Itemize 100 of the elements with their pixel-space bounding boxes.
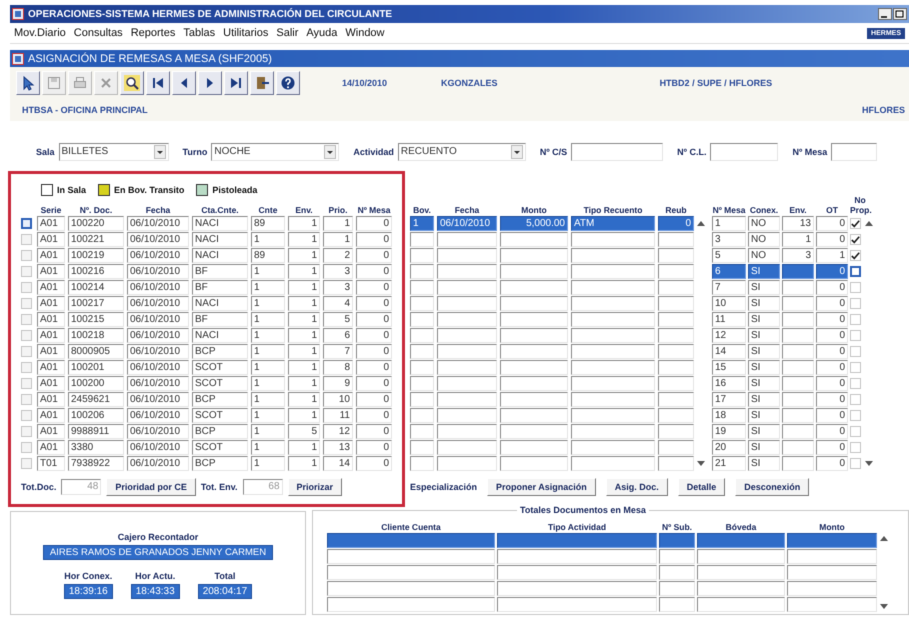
toolbar-button[interactable] [146,71,170,95]
input-field[interactable]: 0 [816,456,848,471]
input-field[interactable] [500,440,568,455]
input-field[interactable] [787,565,877,580]
input-field[interactable]: 0 [356,280,392,295]
input-field[interactable]: 0 [356,248,392,263]
maximize-icon[interactable] [893,8,907,20]
input-field[interactable]: 06/10/2010 [127,296,189,311]
input-field[interactable] [571,456,655,471]
input-field[interactable]: 100214 [68,280,124,295]
input-field[interactable] [658,232,694,247]
row-checkbox[interactable] [21,266,32,277]
input-field[interactable]: 1 [782,232,814,247]
input-field[interactable] [571,280,655,295]
input-field[interactable]: SI [748,424,780,439]
input-field[interactable]: 1 [288,296,320,311]
input-field[interactable] [437,424,497,439]
input-field[interactable] [571,312,655,327]
toolbar-button[interactable] [172,71,196,95]
input-field[interactable]: 100201 [68,360,124,375]
input-field[interactable]: BF [192,264,248,279]
input-field[interactable] [410,248,434,263]
input-field[interactable]: 15 [712,360,746,375]
input-field[interactable]: 0 [816,440,848,455]
input-field[interactable]: 0 [816,392,848,407]
input-field[interactable]: A01 [37,344,65,359]
input-field[interactable]: 100221 [68,232,124,247]
input-field[interactable] [658,280,694,295]
input-field[interactable]: BCP [192,456,248,471]
input-field[interactable]: 0 [356,232,392,247]
input-field[interactable] [437,328,497,343]
input-field[interactable]: SI [748,312,780,327]
input-field[interactable] [497,549,657,564]
push-button[interactable]: Priorizar [288,478,342,496]
input-field[interactable]: 0 [356,456,392,471]
input-field[interactable] [437,392,497,407]
dropdown-field[interactable]: NOCHE [211,143,340,161]
input-field[interactable]: A01 [37,360,65,375]
input-field[interactable]: 1 [251,408,285,423]
input-field[interactable] [658,248,694,263]
input-field[interactable]: 06/10/2010 [127,424,189,439]
input-field[interactable]: NACI [192,216,248,231]
menu-item[interactable]: Salir [276,27,298,39]
input-field[interactable]: 06/10/2010 [127,312,189,327]
input-field[interactable]: 0 [816,280,848,295]
input-field[interactable] [500,232,568,247]
input-field[interactable]: 100206 [68,408,124,423]
input-field[interactable]: 89 [251,216,285,231]
input-field[interactable] [500,280,568,295]
input-field[interactable] [410,232,434,247]
input-field[interactable] [410,424,434,439]
input-field[interactable] [500,328,568,343]
input-field[interactable] [697,581,785,596]
input-field[interactable] [782,456,814,471]
input-field[interactable] [410,456,434,471]
input-field[interactable] [500,456,568,471]
input-field[interactable]: 1 [288,456,320,471]
input-field[interactable]: SI [748,456,780,471]
input-field[interactable] [500,376,568,391]
menu-item[interactable]: Reportes [130,27,176,39]
input-field[interactable]: 1 [816,248,848,263]
input-field[interactable] [658,440,694,455]
input-field[interactable] [437,312,497,327]
input-field[interactable]: 06/10/2010 [127,376,189,391]
input-field[interactable]: 1 [251,344,285,359]
input-field[interactable]: A01 [37,408,65,423]
input-field[interactable] [782,408,814,423]
input-field[interactable] [571,143,664,161]
scroll-down-arrow[interactable] [864,460,874,467]
input-field[interactable]: 3 [712,232,746,247]
input-field[interactable]: 8000905 [68,344,124,359]
input-field[interactable]: SI [748,392,780,407]
toolbar-button[interactable] [250,71,274,95]
input-field[interactable]: 06/10/2010 [127,360,189,375]
input-field[interactable] [410,264,434,279]
toolbar-button[interactable] [16,71,40,95]
row-checkbox[interactable] [21,426,32,437]
input-field[interactable] [410,296,434,311]
input-field[interactable]: BCP [192,392,248,407]
input-field[interactable]: 16 [712,376,746,391]
input-field[interactable]: 100219 [68,248,124,263]
checkbox[interactable] [850,250,861,261]
row-checkbox[interactable] [21,282,32,293]
input-field[interactable]: BF [192,312,248,327]
input-field[interactable]: A01 [37,424,65,439]
input-field[interactable]: 6 [323,328,353,343]
input-field[interactable]: 11 [323,408,353,423]
input-field[interactable]: 100200 [68,376,124,391]
input-field[interactable]: 0 [816,296,848,311]
input-field[interactable]: NO [748,216,780,231]
scroll-down-arrow[interactable] [696,460,706,467]
input-field[interactable]: 06/10/2010 [127,248,189,263]
input-field[interactable] [437,232,497,247]
input-field[interactable] [571,392,655,407]
checkbox[interactable] [850,234,861,245]
input-field[interactable]: 0 [356,264,392,279]
input-field[interactable]: 06/10/2010 [127,440,189,455]
input-field[interactable] [410,360,434,375]
row-checkbox[interactable] [21,218,32,229]
input-field[interactable]: ATM [571,216,655,231]
